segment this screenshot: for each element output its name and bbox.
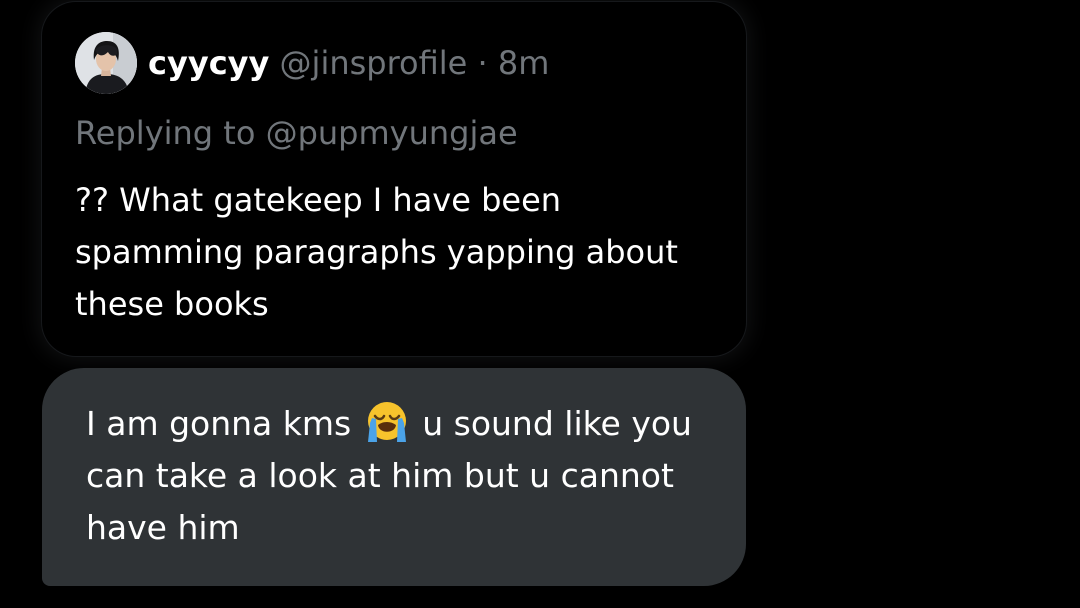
author-name[interactable]: cyycyy [148,44,269,82]
replying-to-line: Replying to @pupmyungjae [75,112,518,154]
author-avatar[interactable] [75,32,137,94]
message-bubble[interactable]: I am gonna kms u sound like you can take… [42,368,746,586]
message-text-start: I am gonna kms [86,404,352,443]
quoted-post-card[interactable]: cyycyy @jinsprofile · 8m Replying to @pu… [42,2,746,356]
message-text: I am gonna kms u sound like you can take… [86,398,706,554]
reply-handle-link[interactable]: @pupmyungjae [266,114,518,152]
post-header: cyycyy @jinsprofile · 8m [148,43,549,83]
reply-prefix: Replying to [75,114,256,152]
separator-dot: · [477,44,488,82]
loudly-crying-face-icon [364,399,410,445]
profile-photo-icon [75,32,137,94]
author-handle[interactable]: @jinsprofile [280,44,468,82]
post-time[interactable]: 8m [498,44,550,82]
quoted-post-text: ?? What gatekeep I have been spamming pa… [75,181,678,323]
